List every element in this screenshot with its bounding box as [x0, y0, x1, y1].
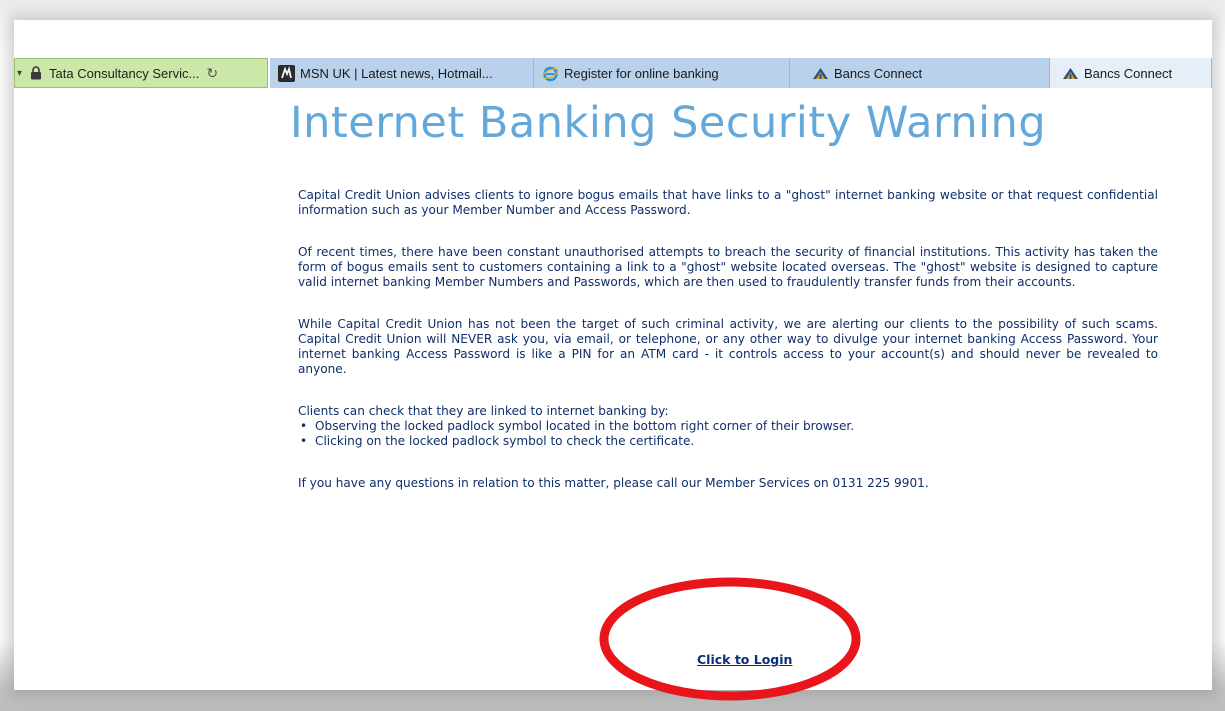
page-content: Internet Banking Security Warning Capita…	[264, 92, 1212, 690]
padlock-icon[interactable]	[30, 66, 42, 80]
bancs-icon	[812, 65, 829, 82]
bullet-mark: •	[300, 434, 308, 448]
list-item: • Observing the locked padlock symbol lo…	[298, 419, 1158, 434]
warning-body: Capital Credit Union advises clients to …	[298, 188, 1158, 518]
paragraph-contact: If you have any questions in relation to…	[298, 476, 929, 490]
list-item-text: Observing the locked padlock symbol loca…	[315, 419, 855, 433]
browser-window: ▾ Tata Consultancy Servic... ↻ MSN UK | …	[14, 20, 1212, 690]
list-item-text: Clicking on the locked padlock symbol to…	[315, 434, 695, 448]
paragraph-unauthorised-attempts: Of recent times, there have been constan…	[298, 245, 1158, 289]
checks-list: • Observing the locked padlock symbol lo…	[298, 419, 1158, 449]
tab-bancs-connect[interactable]: Bancs Connect	[790, 58, 1050, 88]
ie-icon	[542, 65, 559, 82]
site-identity-label[interactable]: Tata Consultancy Servic...	[49, 66, 199, 81]
tab-label: Bancs Connect	[834, 65, 923, 81]
browser-tab-bar: ▾ Tata Consultancy Servic... ↻ MSN UK | …	[14, 58, 1212, 92]
tab-label: Register for online banking	[564, 65, 719, 81]
bancs-icon	[1062, 65, 1079, 82]
bullet-mark: •	[300, 419, 308, 433]
paragraph-never-ask: While Capital Credit Union has not been …	[298, 317, 1158, 376]
refresh-icon[interactable]: ↻	[206, 65, 218, 82]
tab-label: Bancs Connect	[1084, 65, 1173, 81]
tab-msn[interactable]: MSN UK | Latest news, Hotmail...	[270, 58, 534, 88]
tab-bancs-connect-active[interactable]: Bancs Connect	[1050, 58, 1212, 88]
msn-icon	[278, 64, 295, 82]
tab-register-online-banking[interactable]: Register for online banking	[534, 58, 790, 88]
screenshot-stage: ▾ Tata Consultancy Servic... ↻ MSN UK | …	[0, 0, 1225, 711]
paragraph-bogus-emails: Capital Credit Union advises clients to …	[298, 188, 1158, 217]
list-item: • Clicking on the locked padlock symbol …	[298, 434, 1158, 449]
address-dropdown-icon[interactable]: ▾	[17, 68, 22, 79]
tab-label: MSN UK | Latest news, Hotmail...	[300, 65, 493, 81]
page-title: Internet Banking Security Warning	[290, 98, 1047, 148]
checks-intro: Clients can check that they are linked t…	[298, 404, 669, 418]
login-link[interactable]: Click to Login	[697, 652, 792, 667]
address-bar[interactable]: ▾ Tata Consultancy Servic... ↻	[14, 58, 268, 88]
